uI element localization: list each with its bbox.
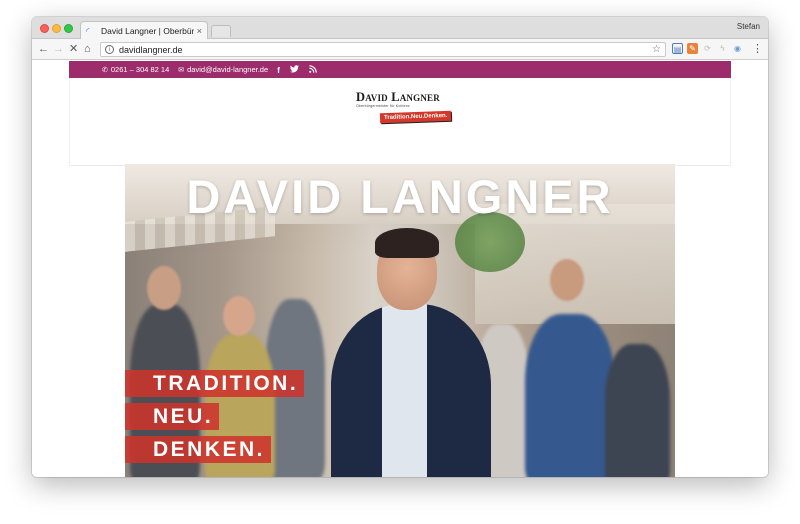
phone-icon: ✆ (102, 66, 108, 74)
tab-strip: ◜ David Langner | Oberbürgerme × Stefan (32, 17, 768, 39)
bookmark-star-icon[interactable]: ☆ (652, 44, 661, 55)
forward-button[interactable]: → (53, 42, 64, 56)
browser-toolbar: ← → ✕ ⌂ i davidlangner.de ☆ ▤ ✎ ⟳ ϟ ◉ ⋮ (32, 39, 768, 60)
new-tab-button[interactable] (211, 25, 231, 37)
hero-title: DAVID LANGNER (186, 170, 614, 223)
slogan-text: TRADITION. (125, 370, 305, 397)
email-address[interactable]: david@david-langner.de (187, 65, 268, 74)
crowd-person (605, 344, 670, 477)
slogan-line-3: DENKEN. (125, 436, 272, 463)
address-bar[interactable]: i davidlangner.de ☆ (100, 42, 666, 57)
profile-name[interactable]: Stefan (737, 22, 760, 31)
tab-close-icon[interactable]: × (197, 26, 202, 36)
stop-loading-button[interactable]: ✕ (69, 42, 78, 56)
logo-name: David Langner (356, 90, 440, 104)
contact-bar: ✆ 0261 – 304 82 14 ✉ david@david-langner… (69, 61, 731, 78)
tab-title: David Langner | Oberbürgerme (101, 25, 194, 36)
browser-menu-icon[interactable]: ⋮ (752, 42, 763, 55)
loading-icon: ◜ (86, 25, 90, 36)
site-header: David Langner Oberbürgermeister für Kobl… (69, 78, 731, 166)
page-viewport: ✆ 0261 – 304 82 14 ✉ david@david-langner… (32, 60, 768, 477)
url-text[interactable]: davidlangner.de (119, 45, 183, 55)
facebook-icon[interactable]: f (277, 65, 280, 75)
site-logo[interactable]: David Langner Oberbürgermeister für Kobl… (356, 90, 456, 124)
rss-icon[interactable] (309, 64, 317, 75)
extension-bolt-icon[interactable]: ϟ (717, 43, 728, 54)
home-button[interactable]: ⌂ (84, 42, 91, 56)
crowd-person-head (223, 296, 255, 336)
back-button[interactable]: ← (38, 42, 49, 56)
tab-david-langner[interactable]: ◜ David Langner | Oberbürgerme × (80, 21, 208, 39)
slogan-line-2: NEU. (125, 403, 220, 430)
hero-image: DAVID LANGNER TRADITION. NEU. DENKEN. (125, 164, 675, 477)
extension-sync-icon[interactable]: ⟳ (702, 43, 713, 54)
email-icon: ✉ (178, 66, 185, 74)
candidate-portrait (331, 304, 491, 477)
slogan-text: NEU. (125, 403, 220, 430)
crowd-person (525, 314, 615, 477)
minimize-window-button[interactable] (52, 24, 61, 33)
logo-slogan: Tradition.Neu.Denken. (379, 110, 452, 124)
browser-window: ◜ David Langner | Oberbürgerme × Stefan … (32, 17, 768, 477)
slogan-line-1: TRADITION. (125, 370, 305, 397)
maximize-window-button[interactable] (64, 24, 73, 33)
extension-globe-icon[interactable]: ◉ (732, 43, 743, 54)
phone-number[interactable]: 0261 – 304 82 14 (111, 65, 169, 74)
crowd-person-head (550, 259, 584, 301)
close-window-button[interactable] (40, 24, 49, 33)
email-contact[interactable]: ✉ david@david-langner.de (178, 65, 268, 74)
extension-orange-icon[interactable]: ✎ (687, 43, 698, 54)
logo-subtitle: Oberbürgermeister für Koblenz (356, 104, 410, 108)
crowd-person-head (147, 266, 181, 310)
extension-reader-icon[interactable]: ▤ (672, 43, 683, 54)
twitter-icon[interactable] (290, 64, 299, 75)
slogan-text: DENKEN. (125, 436, 272, 463)
candidate-hair (375, 228, 439, 258)
phone-contact[interactable]: ✆ 0261 – 304 82 14 (102, 65, 169, 74)
info-icon[interactable]: i (105, 45, 114, 54)
